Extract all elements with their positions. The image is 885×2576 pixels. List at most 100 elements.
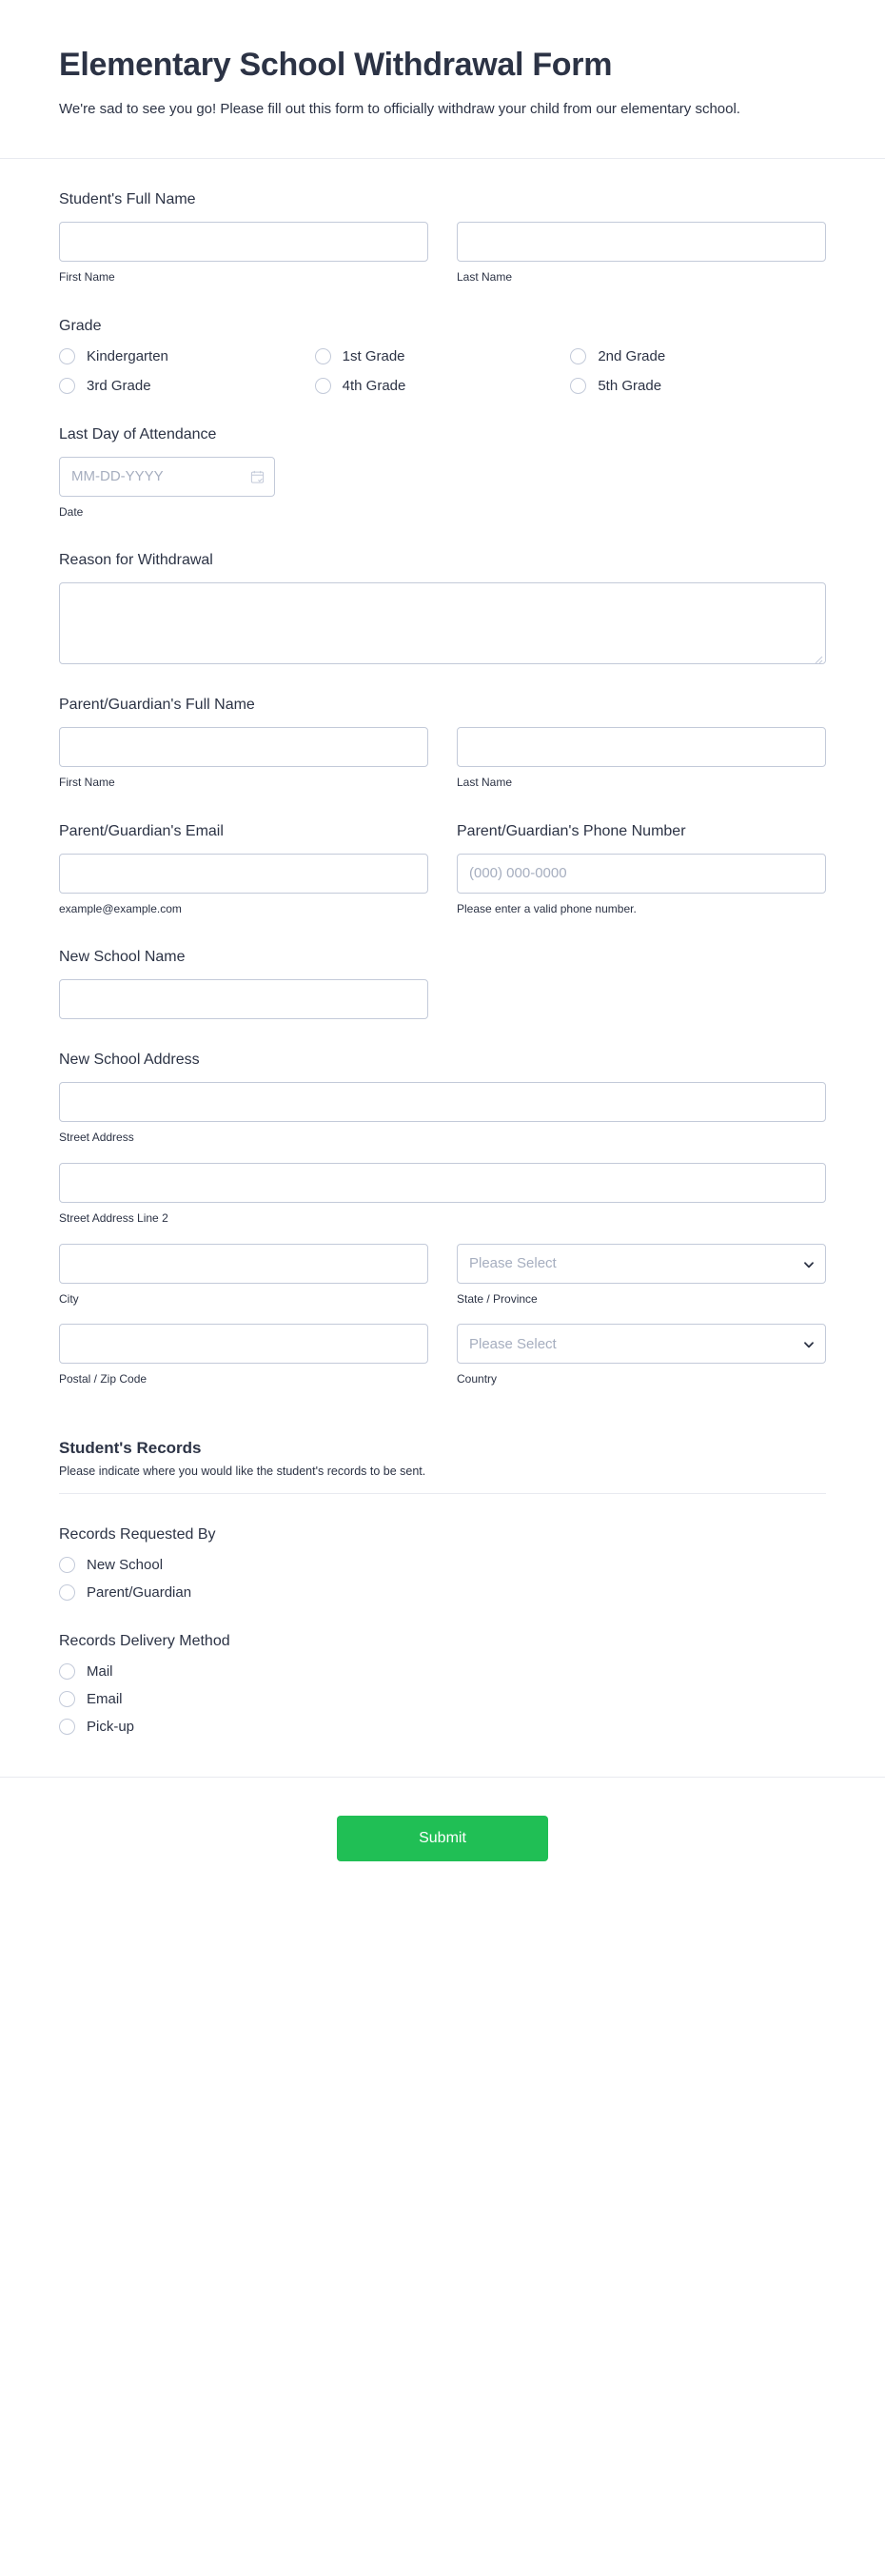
postal-sublabel: Postal / Zip Code bbox=[59, 1372, 148, 1386]
submit-button[interactable]: Submit bbox=[337, 1816, 548, 1862]
parent-first-name-input[interactable] bbox=[59, 727, 428, 768]
records-delivery-method-option-mail[interactable]: Mail bbox=[59, 1663, 826, 1681]
state-select[interactable]: Please Select bbox=[457, 1243, 826, 1284]
city-group: City bbox=[59, 1243, 428, 1308]
records-delivery-method-label: Records Delivery Method bbox=[59, 1633, 230, 1650]
radio-icon[interactable] bbox=[59, 1691, 75, 1708]
student-records-section-header: Student's Records Please indicate where … bbox=[59, 1387, 826, 1495]
student-last-name-group: Last Name bbox=[457, 222, 826, 285]
parent-email-group: Parent/Guardian's Email example@example.… bbox=[59, 823, 428, 917]
postal-country-row: Postal / Zip Code Please Select Country bbox=[59, 1324, 826, 1387]
records-delivery-method-option-pickup[interactable]: Pick-up bbox=[59, 1719, 826, 1736]
student-last-name-input[interactable] bbox=[457, 222, 826, 263]
parent-first-name-sublabel: First Name bbox=[59, 776, 115, 790]
reason-textarea[interactable] bbox=[59, 582, 826, 665]
new-school-name-input[interactable] bbox=[59, 979, 428, 1020]
parent-first-name-group: First Name bbox=[59, 727, 428, 791]
form-header: Elementary School Withdrawal Form We're … bbox=[0, 0, 885, 160]
last-day-date-input[interactable] bbox=[59, 456, 275, 497]
withdrawal-form-page: Elementary School Withdrawal Form We're … bbox=[0, 0, 885, 2576]
new-school-address-label: New School Address bbox=[59, 1052, 200, 1069]
student-first-name-group: First Name bbox=[59, 222, 428, 285]
street-address-2-input[interactable] bbox=[59, 1163, 826, 1204]
form-body: Student's Full Name First Name Last Name… bbox=[0, 159, 885, 1736]
radio-icon[interactable] bbox=[314, 347, 331, 364]
student-records-title: Student's Records bbox=[59, 1438, 202, 1457]
student-records-subtitle: Please indicate where you would like the… bbox=[59, 1464, 426, 1478]
student-full-name-label: Student's Full Name bbox=[59, 191, 196, 208]
parent-last-name-group: Last Name bbox=[457, 727, 826, 791]
postal-group: Postal / Zip Code bbox=[59, 1324, 428, 1387]
field-last-day-of-attendance: Last Day of Attendance Date bbox=[59, 394, 826, 521]
records-requested-by-label: Records Requested By bbox=[59, 1526, 216, 1544]
field-reason-for-withdrawal: Reason for Withdrawal bbox=[59, 520, 826, 665]
street-address-2-group: Street Address Line 2 bbox=[59, 1163, 826, 1227]
grade-option-label: 1st Grade bbox=[342, 347, 405, 364]
parent-phone-input[interactable] bbox=[457, 853, 826, 894]
radio-icon[interactable] bbox=[59, 1663, 75, 1681]
parent-full-name-label: Parent/Guardian's Full Name bbox=[59, 697, 255, 714]
radio-icon[interactable] bbox=[59, 377, 75, 394]
records-delivery-method-option-label: Mail bbox=[87, 1663, 113, 1681]
parent-phone-sublabel: Please enter a valid phone number. bbox=[457, 901, 637, 915]
state-sublabel: State / Province bbox=[457, 1291, 538, 1306]
radio-icon[interactable] bbox=[59, 1719, 75, 1736]
country-select[interactable]: Please Select bbox=[457, 1324, 826, 1365]
grade-option-4th-grade[interactable]: 4th Grade bbox=[314, 377, 571, 394]
radio-icon[interactable] bbox=[59, 1584, 75, 1602]
field-grade: Grade Kindergarten 1st Grade 2nd Grade 3… bbox=[59, 285, 826, 394]
radio-icon[interactable] bbox=[570, 377, 587, 394]
records-delivery-method-option-label: Pick-up bbox=[87, 1719, 135, 1736]
grade-option-label: 4th Grade bbox=[342, 377, 406, 394]
date-input-wrapper bbox=[59, 456, 275, 497]
records-delivery-method-option-label: Email bbox=[87, 1691, 123, 1708]
grade-option-1st-grade[interactable]: 1st Grade bbox=[314, 347, 571, 364]
parent-email-label: Parent/Guardian's Email bbox=[59, 822, 224, 839]
country-group: Please Select Country bbox=[457, 1324, 826, 1387]
state-select-wrapper: Please Select bbox=[457, 1243, 826, 1284]
field-records-requested-by: Records Requested By New School Parent/G… bbox=[59, 1494, 826, 1602]
street-address-group: Street Address bbox=[59, 1082, 826, 1146]
grade-radio-group: Kindergarten 1st Grade 2nd Grade 3rd Gra… bbox=[59, 347, 826, 394]
grade-option-kindergarten[interactable]: Kindergarten bbox=[59, 347, 315, 364]
grade-option-3rd-grade[interactable]: 3rd Grade bbox=[59, 377, 315, 394]
student-first-name-input[interactable] bbox=[59, 222, 428, 263]
parent-last-name-input[interactable] bbox=[457, 727, 826, 768]
radio-icon[interactable] bbox=[59, 347, 75, 364]
new-school-name-wrapper bbox=[59, 979, 428, 1020]
grade-option-label: Kindergarten bbox=[87, 347, 168, 364]
city-sublabel: City bbox=[59, 1291, 79, 1306]
radio-icon[interactable] bbox=[314, 377, 331, 394]
new-school-name-label: New School Name bbox=[59, 949, 186, 966]
grade-option-2nd-grade[interactable]: 2nd Grade bbox=[570, 347, 826, 364]
grade-option-5th-grade[interactable]: 5th Grade bbox=[570, 377, 826, 394]
records-requested-by-option-new-school[interactable]: New School bbox=[59, 1557, 826, 1574]
radio-icon[interactable] bbox=[570, 347, 587, 364]
records-delivery-method-option-email[interactable]: Email bbox=[59, 1691, 826, 1708]
parent-email-sublabel: example@example.com bbox=[59, 901, 182, 915]
records-requested-by-option-label: Parent/Guardian bbox=[87, 1584, 192, 1602]
country-select-wrapper: Please Select bbox=[457, 1324, 826, 1365]
records-delivery-method-radio-group: Mail Email Pick-up bbox=[59, 1663, 826, 1736]
street-address-sublabel: Street Address bbox=[59, 1131, 134, 1145]
field-parent-contact: Parent/Guardian's Email example@example.… bbox=[59, 791, 826, 917]
parent-phone-label: Parent/Guardian's Phone Number bbox=[457, 822, 686, 839]
street-address-input[interactable] bbox=[59, 1082, 826, 1123]
parent-email-input[interactable] bbox=[59, 853, 428, 894]
postal-code-input[interactable] bbox=[59, 1324, 428, 1365]
city-state-row: City Please Select State / Province bbox=[59, 1243, 826, 1308]
field-new-school-name: New School Name bbox=[59, 916, 826, 1020]
field-student-full-name: Student's Full Name First Name Last Name bbox=[59, 159, 826, 285]
grade-option-label: 3rd Grade bbox=[87, 377, 151, 394]
grade-label: Grade bbox=[59, 317, 102, 334]
form-footer: Submit bbox=[0, 1777, 885, 1918]
grade-option-label: 2nd Grade bbox=[598, 347, 666, 364]
page-subtitle: We're sad to see you go! Please fill out… bbox=[59, 100, 740, 117]
radio-icon[interactable] bbox=[59, 1557, 75, 1574]
records-requested-by-option-parent-guardian[interactable]: Parent/Guardian bbox=[59, 1584, 826, 1602]
parent-phone-group: Parent/Guardian's Phone Number Please en… bbox=[457, 823, 826, 917]
city-input[interactable] bbox=[59, 1243, 428, 1284]
